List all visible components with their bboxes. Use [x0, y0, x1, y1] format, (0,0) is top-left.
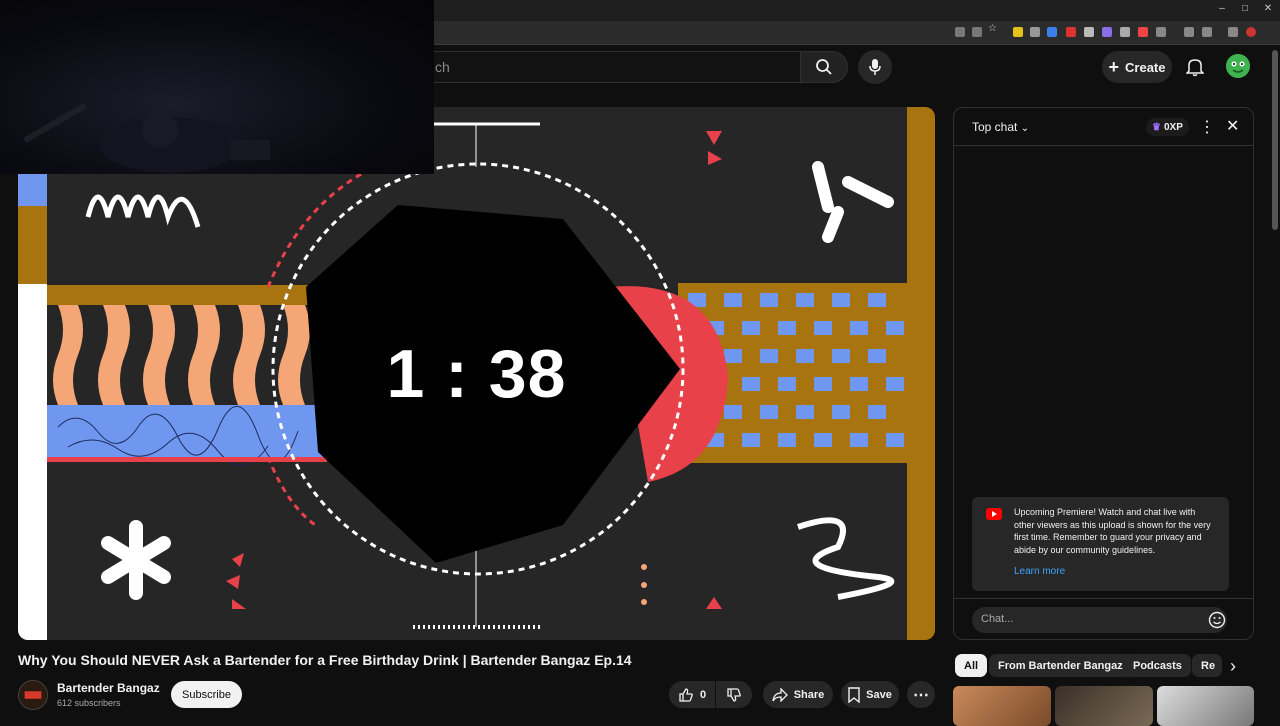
more-horizontal-icon: ⋯ — [913, 686, 929, 704]
live-chat-panel: Top chat ⌄ ♛ 0XP ⋮ ✕ Upcoming Premiere! … — [953, 107, 1254, 640]
cast-icon[interactable] — [1202, 27, 1212, 37]
share-button[interactable]: Share — [763, 681, 833, 708]
chat-mode-dropdown[interactable]: Top chat ⌄ — [972, 120, 1029, 134]
bell-icon — [1186, 59, 1204, 77]
sidebar-icon[interactable] — [1184, 27, 1194, 37]
avatar[interactable] — [1226, 54, 1250, 78]
search-icon — [816, 59, 832, 75]
xp-badge[interactable]: ♛ 0XP — [1146, 118, 1189, 136]
learn-more-link[interactable]: Learn more — [1014, 566, 1065, 577]
like-count: 0 — [699, 688, 707, 701]
page-scrollbar[interactable] — [1272, 50, 1278, 230]
thumbs-down-icon — [727, 687, 741, 702]
search-button[interactable] — [800, 51, 848, 83]
plus-icon: + — [1108, 57, 1120, 77]
extension-icon[interactable] — [1120, 27, 1130, 37]
minimize-icon[interactable]: – — [1212, 3, 1232, 14]
dislike-button[interactable] — [716, 681, 752, 708]
restore-icon[interactable]: □ — [1235, 3, 1255, 14]
close-icon[interactable]: ✕ — [1226, 116, 1239, 136]
more-vertical-icon[interactable]: ⋮ — [1199, 117, 1215, 137]
bookmark-icon — [848, 686, 860, 703]
channel-logo — [19, 681, 47, 709]
youtube-icon — [986, 508, 1002, 520]
close-window-icon[interactable]: ✕ — [1258, 3, 1278, 14]
webcam-scene — [23, 102, 270, 173]
video-player[interactable]: 1 : 38 — [18, 107, 935, 640]
chat-footer: Chat... — [954, 598, 1253, 639]
extension-icon[interactable] — [1138, 27, 1148, 37]
emoji-icon[interactable] — [1208, 611, 1226, 629]
chat-input[interactable]: Chat... — [972, 607, 1227, 633]
chip-from-channel[interactable]: From Bartender Bangaz — [989, 654, 1132, 677]
premiere-countdown: 1 : 38 — [386, 336, 567, 412]
chat-header: Top chat ⌄ ♛ 0XP ⋮ ✕ — [954, 108, 1253, 146]
chip-all[interactable]: All — [955, 654, 988, 677]
chip-podcasts[interactable]: Podcasts — [1124, 654, 1191, 677]
extension-icon[interactable] — [1102, 27, 1112, 37]
extension-icon[interactable] — [1066, 27, 1076, 37]
channel-avatar[interactable] — [18, 680, 48, 710]
thumbs-up-icon — [679, 687, 693, 702]
extension-icon[interactable] — [1030, 27, 1040, 37]
avatar-image — [1226, 54, 1250, 78]
recommendation-thumbnail[interactable] — [953, 686, 1051, 726]
premiere-notice: Upcoming Premiere! Watch and chat live w… — [972, 497, 1229, 591]
share-label: Share — [793, 688, 825, 701]
chip-related[interactable]: Re — [1192, 654, 1222, 677]
share-icon — [772, 687, 788, 702]
asterisk-doodle — [101, 520, 171, 600]
channel-name[interactable]: Bartender Bangaz — [57, 681, 160, 695]
install-icon[interactable] — [972, 27, 982, 37]
save-label: Save — [866, 688, 892, 701]
subscribe-button[interactable]: Subscribe — [171, 681, 242, 708]
more-actions-button[interactable]: ⋯ — [907, 681, 935, 708]
star-icon[interactable]: ☆ — [988, 23, 998, 34]
subscriber-count: 612 subscribers — [57, 698, 121, 708]
search-input[interactable]: ch — [420, 51, 800, 83]
menu-icon[interactable] — [1228, 27, 1238, 37]
puzzle-icon[interactable] — [1156, 27, 1166, 37]
mic-icon — [869, 59, 881, 75]
create-button[interactable]: + Create — [1102, 51, 1172, 83]
voice-search-button[interactable] — [858, 50, 892, 84]
chevron-right-icon[interactable]: › — [1230, 656, 1236, 677]
chat-title-label: Top chat — [972, 120, 1018, 134]
chevron-down-icon: ⌄ — [1020, 123, 1030, 134]
crown-icon: ♛ — [1152, 121, 1161, 133]
premiere-message: Upcoming Premiere! Watch and chat live w… — [1014, 507, 1211, 555]
profile-icon[interactable] — [1246, 27, 1256, 37]
xp-label: 0XP — [1163, 121, 1183, 133]
create-label: Create — [1125, 59, 1166, 75]
video-title: Why You Should NEVER Ask a Bartender for… — [18, 652, 632, 668]
webcam-overlay — [0, 0, 434, 174]
zoom-icon[interactable] — [955, 27, 965, 37]
extension-icon[interactable] — [1084, 27, 1094, 37]
save-button[interactable]: Save — [841, 681, 899, 708]
recommendation-thumbnail[interactable] — [1157, 686, 1254, 726]
extension-icon[interactable] — [1013, 27, 1023, 37]
extension-icon[interactable] — [1047, 27, 1057, 37]
like-button[interactable]: 0 — [669, 681, 715, 708]
notifications-button[interactable] — [1180, 52, 1210, 82]
recommendation-thumbnail[interactable] — [1055, 686, 1153, 726]
